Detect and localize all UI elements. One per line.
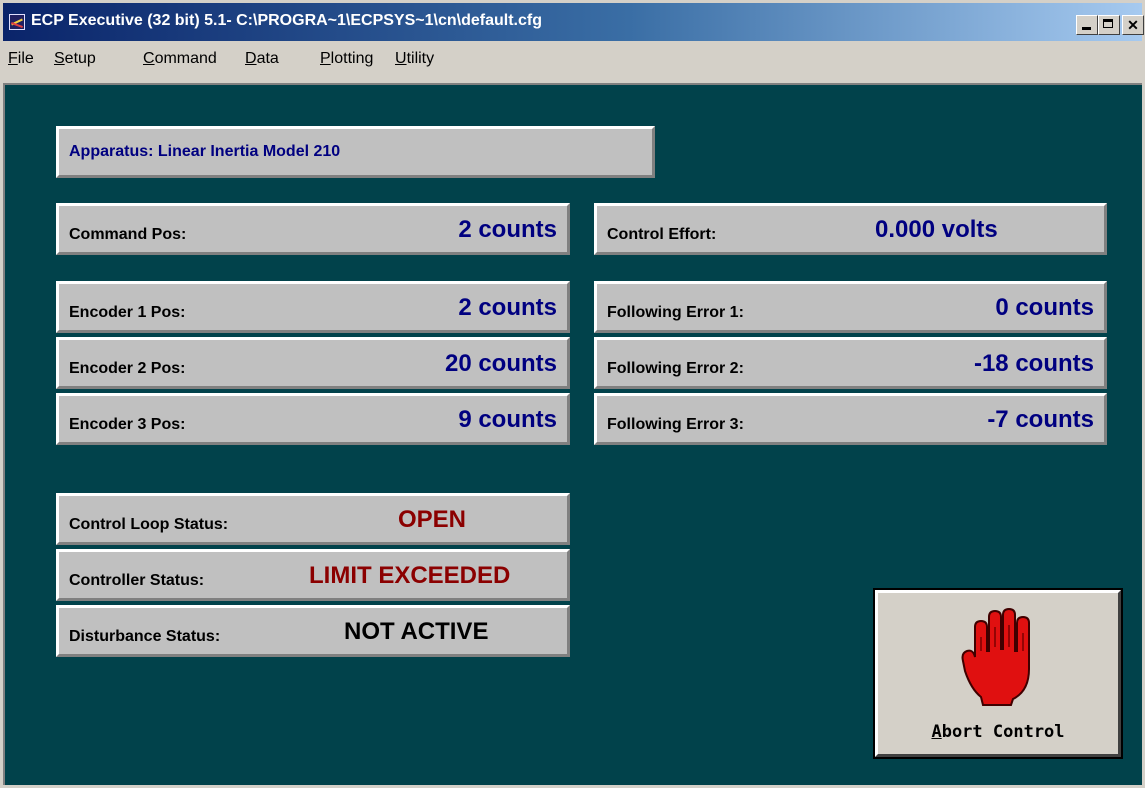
control-effort-value: 0.000 volts (875, 216, 998, 243)
following-error1-value: 0 counts (995, 294, 1094, 321)
encoder2-pos-value: 20 counts (444, 350, 557, 377)
control-loop-status-label: Control Loop Status: (69, 516, 229, 533)
abort-control-button[interactable]: Abort Control (873, 588, 1123, 759)
encoder3-pos-value: 9 counts (458, 406, 557, 433)
encoder1-pos-panel: Encoder 1 Pos: 2 counts (56, 281, 570, 333)
encoder1-pos-label: Encoder 1 Pos: (69, 304, 186, 321)
command-pos-value: 2 counts (458, 216, 557, 243)
controller-status-value: LIMIT EXCEEDED (309, 562, 511, 589)
encoder2-pos-panel: Encoder 2 Pos: 20 counts (56, 337, 570, 389)
following-error1-panel: Following Error 1: 0 counts (594, 281, 1107, 333)
following-error3-panel: Following Error 3: -7 counts (594, 393, 1107, 445)
following-error2-panel: Following Error 2: -18 counts (594, 337, 1107, 389)
control-effort-label: Control Effort: (607, 226, 717, 243)
menu-command[interactable]: Command (143, 50, 217, 68)
controller-status-label: Controller Status: (69, 572, 205, 589)
controller-status-panel: Controller Status: LIMIT EXCEEDED (56, 549, 570, 601)
title-bar[interactable]: ECP Executive (32 bit) 5.1- C:\PROGRA~1\… (3, 3, 1144, 41)
following-error2-label: Following Error 2: (607, 360, 744, 377)
minimize-button[interactable] (1076, 15, 1098, 35)
command-pos-label: Command Pos: (69, 226, 187, 243)
app-window: ECP Executive (32 bit) 5.1- C:\PROGRA~1\… (0, 0, 1145, 788)
following-error2-value: -18 counts (973, 350, 1094, 377)
menu-setup[interactable]: Setup (54, 50, 96, 68)
menu-data[interactable]: Data (245, 50, 279, 68)
following-error1-label: Following Error 1: (607, 304, 744, 321)
menu-utility[interactable]: Utility (395, 50, 434, 68)
menu-file[interactable]: File (8, 50, 34, 68)
following-error3-value: -7 counts (987, 406, 1094, 433)
menu-plotting[interactable]: Plotting (320, 50, 373, 68)
encoder2-pos-label: Encoder 2 Pos: (69, 360, 186, 377)
app-icon[interactable] (9, 14, 25, 30)
encoder3-pos-panel: Encoder 3 Pos: 9 counts (56, 393, 570, 445)
abort-accelerator-letter: A (931, 722, 942, 742)
following-error3-label: Following Error 3: (607, 416, 744, 433)
menu-bar: File Setup Command Data Plotting Utility (3, 42, 1142, 78)
disturbance-status-panel: Disturbance Status: NOT ACTIVE (56, 605, 570, 657)
disturbance-status-label: Disturbance Status: (69, 628, 221, 645)
apparatus-label: Apparatus: Linear Inertia Model 210 (69, 143, 341, 160)
close-button[interactable]: ✕ (1122, 15, 1144, 35)
encoder3-pos-label: Encoder 3 Pos: (69, 416, 186, 433)
apparatus-panel: Apparatus: Linear Inertia Model 210 (56, 126, 655, 178)
disturbance-status-value: NOT ACTIVE (344, 618, 489, 645)
encoder1-pos-value: 2 counts (458, 294, 557, 321)
stop-hand-icon (961, 607, 1030, 706)
control-loop-status-value: OPEN (398, 506, 467, 533)
abort-label-rest: bort Control (941, 722, 1065, 742)
abort-control-label: Abort Control (878, 722, 1118, 742)
maximize-button[interactable] (1098, 15, 1120, 35)
command-pos-panel: Command Pos: 2 counts (56, 203, 570, 255)
control-loop-status-panel: Control Loop Status: OPEN (56, 493, 570, 545)
window-title: ECP Executive (32 bit) 5.1- C:\PROGRA~1\… (31, 12, 542, 29)
control-effort-panel: Control Effort: 0.000 volts (594, 203, 1107, 255)
